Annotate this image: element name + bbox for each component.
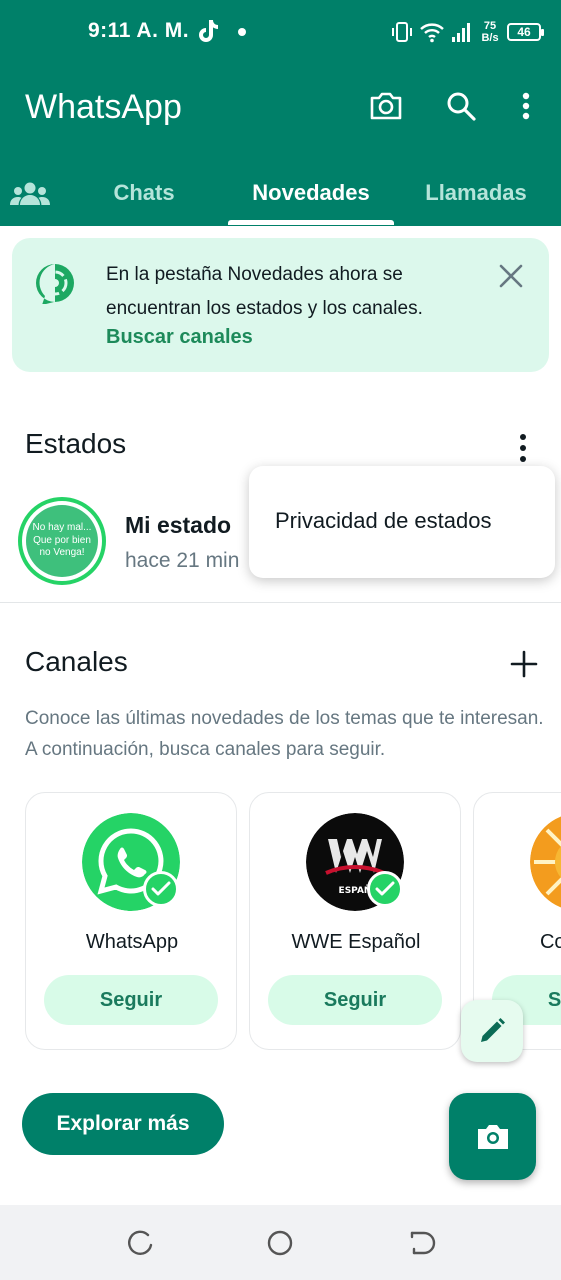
banner-text: En la pestaña Novedades ahora se encuent… bbox=[106, 264, 423, 319]
channel-name: WhatsApp bbox=[85, 931, 179, 953]
comedy-logo-icon bbox=[530, 816, 561, 908]
camera-icon[interactable] bbox=[368, 88, 404, 124]
tab-llamadas[interactable]: Llamadas bbox=[404, 160, 548, 226]
app-title: WhatsApp bbox=[25, 88, 182, 126]
recent-apps-icon[interactable] bbox=[124, 1227, 156, 1259]
app-header: 9:11 A. M. 75 B/s 46 WhatsApp Chats Nove… bbox=[0, 0, 561, 226]
my-status-avatar[interactable]: No hay mal... Que por bien no Venga! bbox=[18, 497, 106, 585]
verified-badge-icon bbox=[367, 871, 403, 907]
notification-dot bbox=[238, 28, 246, 36]
menu-item-status-privacy[interactable]: Privacidad de estados bbox=[275, 508, 491, 534]
wifi-icon bbox=[420, 23, 444, 43]
follow-button[interactable]: Seguir bbox=[268, 975, 442, 1025]
tab-indicator bbox=[228, 220, 394, 225]
channel-card-whatsapp[interactable]: WhatsApp Seguir bbox=[25, 792, 237, 1050]
estados-more-icon[interactable] bbox=[510, 432, 536, 464]
canales-title: Canales bbox=[25, 646, 128, 677]
status-time: 9:11 A. M. bbox=[88, 19, 190, 42]
new-camera-status-button[interactable] bbox=[449, 1093, 536, 1180]
verified-badge-icon bbox=[143, 871, 179, 907]
canales-description: Conoce las últimas novedades de los tema… bbox=[25, 708, 544, 760]
estados-popup-menu: Privacidad de estados bbox=[249, 466, 555, 578]
my-status-name[interactable]: Mi estado bbox=[125, 512, 231, 539]
back-icon[interactable] bbox=[404, 1227, 436, 1259]
search-channels-link[interactable]: Buscar canales bbox=[106, 326, 253, 349]
add-channel-icon[interactable] bbox=[510, 650, 538, 678]
system-nav-bar bbox=[0, 1205, 561, 1280]
info-banner: En la pestaña Novedades ahora se encuent… bbox=[12, 238, 549, 372]
new-text-status-button[interactable] bbox=[461, 1000, 523, 1062]
tab-chats[interactable]: Chats bbox=[72, 160, 216, 226]
estados-title: Estados bbox=[25, 428, 127, 459]
tab-communities[interactable] bbox=[0, 160, 60, 226]
follow-button[interactable]: Seguir bbox=[44, 975, 218, 1025]
battery-indicator: 46 bbox=[507, 23, 544, 41]
pencil-icon bbox=[481, 1018, 505, 1042]
net-speed: 75 B/s bbox=[479, 20, 501, 44]
camera-icon bbox=[477, 1124, 508, 1149]
communities-icon bbox=[10, 182, 50, 205]
screen: 9:11 A. M. 75 B/s 46 WhatsApp Chats Nove… bbox=[0, 0, 561, 1280]
channel-name: Comedia bbox=[539, 931, 561, 953]
vibrate-icon bbox=[392, 22, 412, 42]
my-status-avatar-text: No hay mal... Que por bien no Venga! bbox=[26, 505, 98, 577]
channel-name: WWE Español bbox=[291, 931, 421, 953]
signal-icon bbox=[452, 23, 470, 42]
tiktok-icon bbox=[199, 20, 218, 42]
status-bar: 9:11 A. M. 75 B/s 46 bbox=[0, 0, 561, 64]
close-icon[interactable] bbox=[496, 261, 526, 291]
status-channels-icon bbox=[36, 264, 74, 304]
explore-more-button[interactable]: Explorar más bbox=[22, 1093, 224, 1155]
net-speed-value: 75 bbox=[483, 20, 497, 32]
my-status-time: hace 21 min bbox=[125, 549, 240, 572]
more-vert-icon[interactable] bbox=[508, 88, 544, 124]
tab-bar: Chats Novedades Llamadas bbox=[0, 160, 561, 226]
channel-card-wwe[interactable]: ESPAÑ WWE Español Seguir bbox=[249, 792, 461, 1050]
home-icon[interactable] bbox=[264, 1227, 296, 1259]
section-divider bbox=[0, 602, 561, 603]
search-icon[interactable] bbox=[443, 88, 479, 124]
status-right: 75 B/s 46 bbox=[391, 16, 544, 48]
net-speed-unit: B/s bbox=[481, 32, 499, 44]
tab-novedades[interactable]: Novedades bbox=[228, 160, 394, 226]
